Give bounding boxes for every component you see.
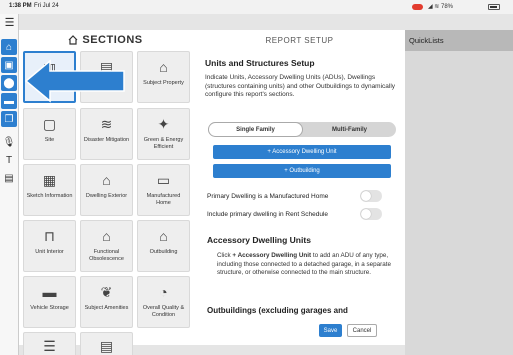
gauge-icon: ◔ (159, 284, 168, 300)
battery-percent: 78% (440, 4, 453, 10)
section-tile-label: Sketch Information (26, 193, 73, 199)
section-tile-label: Unit Interior (35, 249, 64, 255)
section-tile-label: Manufactured Home (146, 193, 181, 206)
status-bar: 1:38 PM Fri Jul 24 ◢ ≋ 78% (0, 0, 513, 14)
section-tile-label: Outbuilding (149, 249, 178, 255)
units-structures-title: Units and Structures Setup (205, 58, 315, 68)
save-icon[interactable]: ▤ (1, 170, 17, 186)
section-tile-label: Disaster Mitigation (83, 137, 130, 143)
section-tile[interactable]: ✦ Green & Energy Efficient (137, 108, 190, 160)
adu-help-text: Click + Accessory Dwelling Unit to add a… (217, 252, 397, 278)
section-tile[interactable]: ▭ Manufactured Home (137, 164, 190, 216)
report-setup-header: REPORT SETUP (265, 35, 334, 45)
left-toolbar: ☰ ⌂ ▣ ⬤ ▬ ❐ 🎙 T ▤ (0, 14, 19, 355)
adu-heading: Accessory Dwelling Units (207, 235, 311, 245)
sofa-icon: ⊓ (44, 227, 55, 244)
battery-icon (488, 4, 500, 10)
section-tile-label: Vehicle Storage (30, 305, 69, 311)
car-icon: ▬ (42, 284, 57, 300)
hamburger-icon[interactable]: ☰ (3, 17, 16, 29)
screen-recording-indicator (412, 4, 423, 10)
copy-icon[interactable]: ❐ (1, 111, 17, 127)
section-tile[interactable]: ▦ Sketch Information (23, 164, 76, 216)
save-button[interactable]: Save (319, 324, 342, 337)
section-tile[interactable]: ⌂ Functional Obsolescence (80, 220, 133, 272)
add-outbuilding-button[interactable]: + Outbuilding (213, 164, 391, 178)
home-icon[interactable]: ⌂ (1, 39, 17, 55)
outbuilding-icon: ⌂ (159, 228, 168, 244)
section-tile-label: Subject Property (143, 80, 184, 86)
status-time: 1:38 PM (9, 3, 32, 9)
manufactured-home-toggle[interactable] (360, 190, 382, 202)
tornado-icon: ≋ (100, 115, 113, 132)
site-icon: ▢ (42, 115, 57, 132)
checklist-icon: ☰ (43, 338, 56, 354)
arrow-annotation-icon (24, 59, 125, 103)
map-pin-icon[interactable]: ⬤ (1, 75, 17, 91)
dwelling-type-segmented-control: Single Family Multi-Family (208, 122, 396, 137)
section-tile[interactable]: ☰Highest & Best Use (23, 332, 76, 355)
broken-house-icon: ⌂ (102, 228, 111, 244)
section-tile[interactable]: ⊓ Unit Interior (23, 220, 76, 272)
section-tile-label: Subject Amenities (84, 305, 129, 311)
home-icon (68, 35, 78, 45)
section-tile[interactable]: ▢ Site (23, 108, 76, 160)
section-tile[interactable]: ❦ Subject Amenities (80, 276, 133, 328)
section-tile-label: Dwelling Exterior (85, 193, 128, 199)
lightbulb-icon: ✦ (157, 115, 170, 132)
rent-schedule-toggle[interactable] (360, 208, 382, 220)
wifi-icon: ◢ ≋ 78% (428, 4, 453, 10)
quicklists-panel: QuickLists (405, 30, 513, 355)
text-icon[interactable]: T (1, 152, 17, 168)
sections-title: SECTIONS (82, 34, 143, 46)
outbuildings-heading: Outbuildings (excluding garages and (207, 306, 348, 315)
sketch-icon: ▦ (42, 171, 57, 188)
section-tile[interactable]: ▤Sales Comparables (80, 332, 133, 355)
dwelling-icon: ⌂ (102, 172, 111, 188)
units-structures-description: Indicate Units, Accessory Dwelling Units… (205, 74, 396, 98)
photo-icon[interactable]: ▣ (1, 57, 17, 73)
section-tile[interactable]: ⌂ Outbuilding (137, 220, 190, 272)
cancel-button[interactable]: Cancel (347, 324, 377, 337)
house-icon: ⌂ (159, 59, 168, 75)
adu-text-bold: + Accessory Dwelling Unit (232, 252, 312, 259)
section-tile-label: Functional Obsolescence (89, 249, 124, 262)
manufactured-home-row: Primary Dwelling is a Manufactured Home (207, 189, 382, 203)
add-accessory-dwelling-unit-button[interactable]: + Accessory Dwelling Unit (213, 145, 391, 159)
microphone-icon[interactable]: 🎙 (1, 134, 17, 150)
manufactured-home-icon: ▭ (156, 171, 171, 188)
section-tile-label: Overall Quality & Condition (142, 305, 185, 318)
status-date: Fri Jul 24 (34, 3, 59, 9)
sales-doc-icon: ▤ (99, 338, 114, 354)
folder-icon[interactable]: ▬ (1, 93, 17, 109)
adu-text-prefix: Click (217, 252, 233, 259)
segment-multi-family[interactable]: Multi-Family (303, 122, 396, 137)
sections-header: SECTIONS (19, 30, 192, 50)
quicklists-header: QuickLists (405, 30, 513, 51)
report-setup-panel: Units and Structures Setup Indicate Unit… (205, 58, 401, 316)
section-tile-label: Site (44, 137, 55, 143)
modal-footer: Save Cancel (194, 321, 405, 345)
section-tile[interactable]: ▬ Vehicle Storage (23, 276, 76, 328)
segment-single-family[interactable]: Single Family (208, 122, 303, 137)
section-tile[interactable]: ⌂ Subject Property (137, 51, 190, 103)
rent-schedule-label: Include primary dwelling in Rent Schedul… (207, 210, 329, 218)
rent-schedule-row: Include primary dwelling in Rent Schedul… (207, 207, 382, 221)
section-tile-label: Green & Energy Efficient (143, 137, 184, 150)
section-tile[interactable]: ◔ Overall Quality & Condition (137, 276, 190, 328)
section-tile[interactable]: ≋ Disaster Mitigation (80, 108, 133, 160)
manufactured-home-label: Primary Dwelling is a Manufactured Home (207, 192, 329, 200)
section-tile[interactable]: ⌂ Dwelling Exterior (80, 164, 133, 216)
amenities-icon: ❦ (100, 283, 113, 300)
